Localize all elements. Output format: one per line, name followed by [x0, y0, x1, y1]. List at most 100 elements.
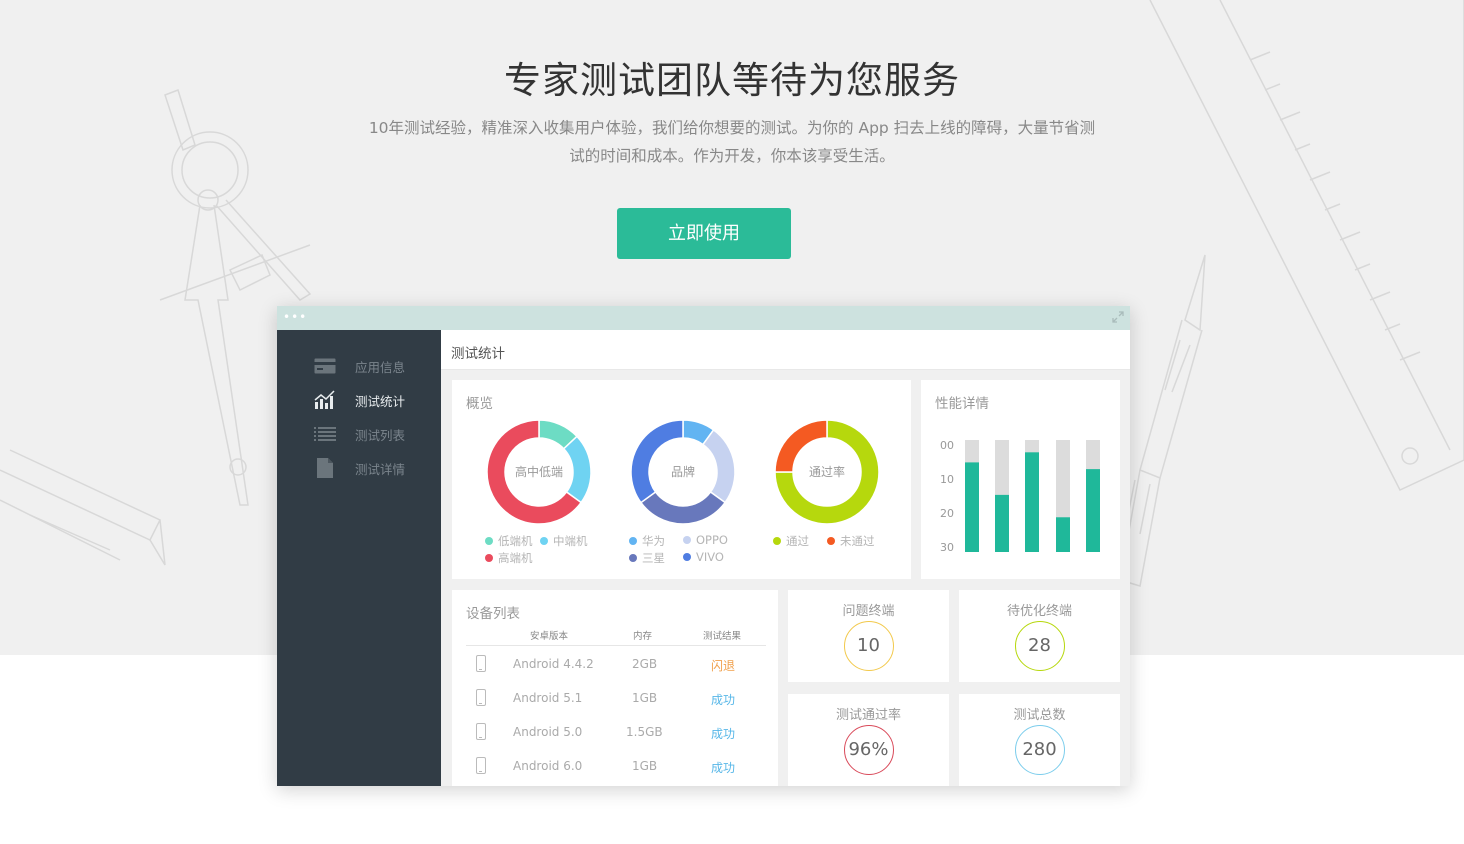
- start-using-button[interactable]: 立即使用: [617, 208, 791, 259]
- legend-label: 未通过: [840, 534, 875, 548]
- page-title: 测试统计: [451, 346, 505, 362]
- performance-bar-chart: 00 10 20 30: [940, 439, 1100, 554]
- card-icon: [313, 356, 337, 376]
- overview-card: 概览 高中低端 品牌 通过率 低端机 中端机 高端机 华为 OPPO 三星 VIVO…: [452, 380, 911, 579]
- sidebar-item-test-details[interactable]: 测试详情: [313, 456, 433, 480]
- stat-title: 测试通过率: [835, 708, 901, 723]
- sidebar-item-label: 应用信息: [355, 359, 406, 375]
- window-dots-icon: •••: [283, 310, 308, 324]
- phone-icon: [476, 689, 486, 706]
- legend-item: 华为: [629, 533, 665, 549]
- bar: [1025, 452, 1039, 552]
- stat-value-ring: 280: [1014, 725, 1065, 775]
- legend-dot: [773, 537, 781, 545]
- legend-item: 三星: [629, 550, 665, 566]
- phone-icon: [476, 757, 486, 774]
- stat-value-ring: 10: [843, 621, 894, 671]
- stat-card-issue-devices: 问题终端 10: [788, 590, 949, 682]
- device-memory: 2GB: [632, 657, 658, 671]
- device-memory: 1GB: [632, 759, 658, 773]
- legend-item: 高端机: [485, 550, 533, 566]
- device-memory: 1GB: [632, 691, 658, 705]
- stat-title: 问题终端: [842, 604, 895, 619]
- legend-label: 三星: [642, 551, 665, 565]
- performance-title: 性能详情: [935, 396, 989, 412]
- stat-value-ring: 96%: [843, 725, 894, 775]
- device-version: Android 4.4.2: [513, 657, 594, 671]
- column-header-memory: 内存: [633, 631, 653, 642]
- overview-title: 概览: [466, 396, 493, 412]
- table-divider: [466, 645, 766, 646]
- legend-label: 高端机: [498, 551, 533, 565]
- legend-dot: [683, 553, 691, 561]
- y-tick-label: 10: [940, 473, 954, 486]
- legend-item: VIVO: [683, 550, 724, 564]
- device-version: Android 5.1: [513, 691, 583, 705]
- device-result: 成功: [711, 727, 736, 741]
- list-icon: [313, 424, 337, 444]
- bar: [1086, 469, 1100, 552]
- legend-dot: [629, 554, 637, 562]
- y-tick-label: 00: [940, 439, 954, 452]
- donut-slice: [639, 490, 727, 525]
- legend-label: 通过: [786, 534, 809, 548]
- legend-label: 中端机: [553, 534, 588, 548]
- donut-center-label: 品牌: [671, 465, 695, 479]
- device-version: Android 6.0: [513, 759, 583, 773]
- legend-item: 低端机: [485, 533, 533, 549]
- column-header-result: 测试结果: [703, 631, 742, 642]
- legend-item: 中端机: [540, 533, 588, 549]
- stat-title: 测试总数: [1013, 708, 1066, 723]
- sidebar-item-test-stats[interactable]: 测试统计: [313, 388, 433, 412]
- legend-dot: [629, 537, 637, 545]
- device-result: 成功: [711, 693, 736, 707]
- sidebar-item-test-list[interactable]: 测试列表: [313, 422, 433, 446]
- legend-dot: [683, 536, 691, 544]
- document-icon: [313, 458, 337, 478]
- hero-subtitle-line-1: 10年测试经验，精准深入收集用户体验，我们给你想要的测试。为你的 App 扫去上…: [368, 119, 1096, 137]
- legend-label: 低端机: [498, 534, 533, 548]
- legend-label: 华为: [642, 534, 665, 548]
- device-list-card: 设备列表 安卓版本 内存 测试结果 Android 4.4.2 2GB 闪退 A…: [452, 590, 778, 786]
- legend-dot: [485, 537, 493, 545]
- sidebar-item-app-info[interactable]: 应用信息: [313, 354, 433, 378]
- column-header-version: 安卓版本: [530, 631, 569, 642]
- sidebar-item-label: 测试统计: [355, 393, 406, 409]
- donut-slice: [630, 419, 684, 504]
- donut-slice: [701, 428, 736, 504]
- chart-icon: [313, 390, 337, 410]
- legend-item: OPPO: [683, 533, 728, 547]
- device-result: 成功: [711, 761, 736, 775]
- legend-item: 未通过: [827, 533, 875, 549]
- phone-icon: [476, 655, 486, 672]
- hero-subtitle: 10年测试经验，精准深入收集用户体验，我们给你想要的测试。为你的 App 扫去上…: [322, 114, 1142, 170]
- device-memory: 1.5GB: [626, 725, 663, 739]
- stat-card-total-tests: 测试总数 280: [959, 694, 1120, 786]
- sidebar-item-label: 测试列表: [355, 427, 406, 443]
- performance-card: 性能详情 00 10 20 30: [921, 380, 1120, 579]
- sidebar-item-label: 测试详情: [355, 461, 406, 477]
- bar: [1056, 517, 1070, 552]
- legend-dot: [540, 537, 548, 545]
- legend-label: OPPO: [696, 533, 728, 547]
- window-title-bar: •••: [277, 306, 1130, 330]
- donut-center-label: 高中低端: [515, 464, 563, 479]
- stat-title: 待优化终端: [1006, 604, 1072, 619]
- stat-card-pending-optimization: 待优化终端 28: [959, 590, 1120, 682]
- y-tick-label: 30: [940, 541, 954, 554]
- legend-dot: [485, 554, 493, 562]
- stat-value-ring: 28: [1014, 621, 1065, 671]
- expand-icon[interactable]: [1112, 311, 1124, 323]
- device-result: 闪退: [711, 659, 736, 673]
- hero-title: 专家测试团队等待为您服务: [504, 59, 960, 102]
- donut-center-label: 通过率: [809, 464, 845, 479]
- bar: [995, 494, 1009, 552]
- phone-icon: [476, 723, 486, 740]
- stat-card-pass-rate: 测试通过率 96%: [788, 694, 949, 786]
- dashboard-preview-window: ••• 应用信息 测试统计 测试列表 测试详情 测试统计 概览 高中低端 品牌 …: [277, 306, 1130, 786]
- sidebar: 应用信息 测试统计 测试列表 测试详情: [277, 330, 441, 786]
- hero-subtitle-line-2: 试的时间和成本。作为开发，你本该享受生活。: [569, 147, 895, 165]
- content-header: 测试统计: [441, 330, 1130, 370]
- legend-dot: [827, 537, 835, 545]
- device-list-title: 设备列表: [466, 606, 520, 622]
